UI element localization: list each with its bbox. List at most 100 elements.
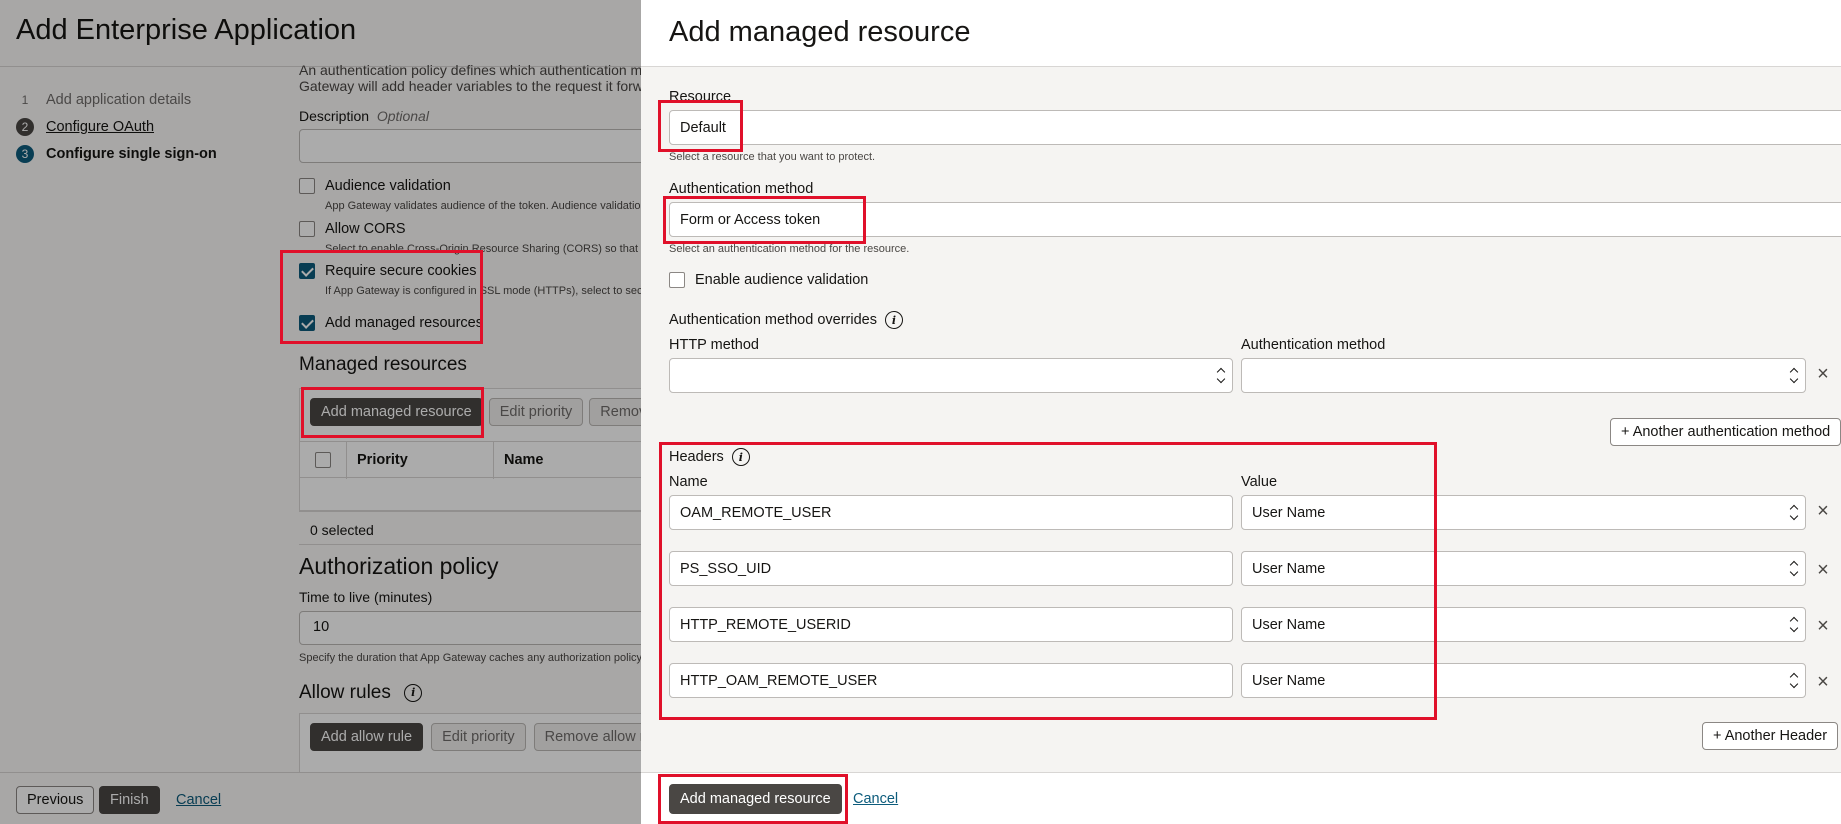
table-divider [300,510,641,511]
chevron-updown-icon [1216,367,1226,385]
remove-header-icon[interactable]: × [1815,672,1831,692]
add-managed-resources-checkbox[interactable]: Add managed resources [299,315,483,331]
header-name-input[interactable]: HTTP_OAM_REMOTE_USER [669,663,1233,698]
chevron-updown-icon [1789,504,1799,522]
auth-method-select[interactable]: Form or Access token [669,202,1841,237]
managed-toolbar: Add managed resource Edit priority Remov [310,398,641,426]
wizard-step-2[interactable]: 2 Configure OAuth [16,113,217,140]
add-managed-resource-submit-button[interactable]: Add managed resource [669,784,842,814]
secure-cookies-help: If App Gateway is configured in SSL mode… [325,285,641,297]
http-method-select[interactable] [669,358,1233,393]
another-header-button[interactable]: + Another Header [1702,722,1839,750]
name-column-header[interactable]: Name [504,452,544,468]
authorization-policy-title: Authorization policy [299,553,499,579]
chevron-updown-icon [1789,560,1799,578]
secure-cookies-checkbox[interactable]: Require secure cookies [299,263,477,279]
ttl-help: Specify the duration that App Gateway ca… [299,652,641,664]
header-value-select[interactable]: User Name [1241,607,1806,642]
header-value-select[interactable]: User Name [1241,551,1806,586]
resource-label: Resource [669,89,732,105]
description-input[interactable] [299,129,641,163]
http-method-label: HTTP method [669,337,759,353]
chevron-updown-icon [1789,367,1799,385]
info-icon[interactable]: i [884,311,903,329]
header-name-input[interactable]: OAM_REMOTE_USER [669,495,1233,530]
drawer-footer: Add managed resource Cancel [641,772,1841,824]
auth-overrides-label: Authentication method overrides i [669,311,903,329]
finish-button[interactable]: Finish [99,786,160,814]
auth-method-help: Select an authentication method for the … [669,243,910,255]
header-value-select[interactable]: User Name [1241,495,1806,530]
override-auth-method-label: Authentication method [1241,337,1386,353]
background-page: Add Enterprise Application 1 Add applica… [0,0,641,824]
column-divider [493,442,494,479]
add-allow-rule-button[interactable]: Add allow rule [310,723,424,751]
table-header-row: Priority Name [300,441,641,479]
step-label: Add application details [46,91,192,108]
selected-count: 0 selected [310,522,374,538]
remove-override-icon[interactable]: × [1815,364,1831,384]
drawer-title: Add managed resource [669,16,971,48]
remove-header-icon[interactable]: × [1815,616,1831,636]
header-value-select[interactable]: User Name [1241,663,1806,698]
audience-validation-checkbox[interactable]: Audience validation [299,178,451,194]
remove-header-icon[interactable]: × [1815,560,1831,580]
wizard-step-1: 1 Add application details [16,86,217,113]
override-auth-method-select[interactable] [1241,358,1806,393]
ttl-label: Time to live (minutes) [299,589,433,605]
auth-policy-intro: An authentication policy defines which a… [299,62,641,94]
step-number: 1 [21,92,29,107]
checkbox-box[interactable] [299,221,315,237]
chevron-updown-icon [1789,616,1799,634]
step-number: 2 [16,117,34,136]
resource-select[interactable]: Default [669,110,1841,145]
cancel-link[interactable]: Cancel [176,792,221,808]
previous-button[interactable]: Previous [16,786,95,814]
enable-audience-validation-checkbox[interactable]: Enable audience validation [669,272,868,288]
wizard-step-3: 3 Configure single sign-on [16,140,217,167]
resource-help: Select a resource that you want to prote… [669,151,876,163]
column-divider [346,442,347,479]
add-managed-resource-button[interactable]: Add managed resource [310,398,483,426]
header-value-column: Value [1241,474,1278,490]
step-number: 3 [16,144,34,163]
info-icon[interactable]: i [731,448,750,466]
remove-allow-rule-button[interactable]: Remove allow r [533,723,641,751]
priority-column-header[interactable]: Priority [357,452,408,468]
page-title: Add Enterprise Application [16,14,357,46]
step-label: Configure single sign-on [46,145,217,162]
chevron-updown-icon [1789,672,1799,690]
step-link[interactable]: Configure OAuth [46,119,154,135]
checkbox-box[interactable] [299,315,315,331]
select-all-checkbox[interactable] [315,452,331,468]
drawer-cancel-link[interactable]: Cancel [853,791,898,807]
header-name-column: Name [669,474,708,490]
allow-toolbar: Add allow rule Edit priority Remove allo… [310,723,641,751]
table-bottom-border [299,544,641,545]
wizard-footer: Previous Finish Cancel [0,772,641,824]
allow-rules-title: Allow rules i [299,682,423,704]
add-managed-resource-drawer: Add managed resource Resource Default Se… [641,0,1841,824]
edit-priority-button[interactable]: Edit priority [488,398,584,426]
auth-method-label: Authentication method [669,181,814,197]
allow-cors-help: Select to enable Cross-Origin Resource S… [325,243,639,255]
description-label: Description Optional [299,108,429,124]
managed-resources-title: Managed resources [299,354,467,375]
ttl-input[interactable]: 10 [299,611,641,645]
allow-cors-checkbox[interactable]: Allow CORS [299,221,406,237]
audience-validation-help: App Gateway validates audience of the to… [325,200,641,212]
header-name-input[interactable]: HTTP_REMOTE_USERID [669,607,1233,642]
header-name-input[interactable]: PS_SSO_UID [669,551,1233,586]
remove-header-icon[interactable]: × [1815,501,1831,521]
checkbox-box[interactable] [299,178,315,194]
info-icon[interactable]: i [404,683,423,702]
managed-resources-table: Add managed resource Edit priority Remov… [299,388,641,512]
drawer-header: Add managed resource [641,0,1841,67]
wizard-steps: 1 Add application details 2 Configure OA… [16,86,217,167]
headers-label: Headers i [669,448,750,466]
remove-button[interactable]: Remov [589,398,641,426]
another-auth-method-button[interactable]: + Another authentication method [1610,418,1841,446]
edit-priority-button[interactable]: Edit priority [431,723,526,751]
checkbox-box[interactable] [299,263,315,279]
checkbox-box[interactable] [669,272,685,288]
